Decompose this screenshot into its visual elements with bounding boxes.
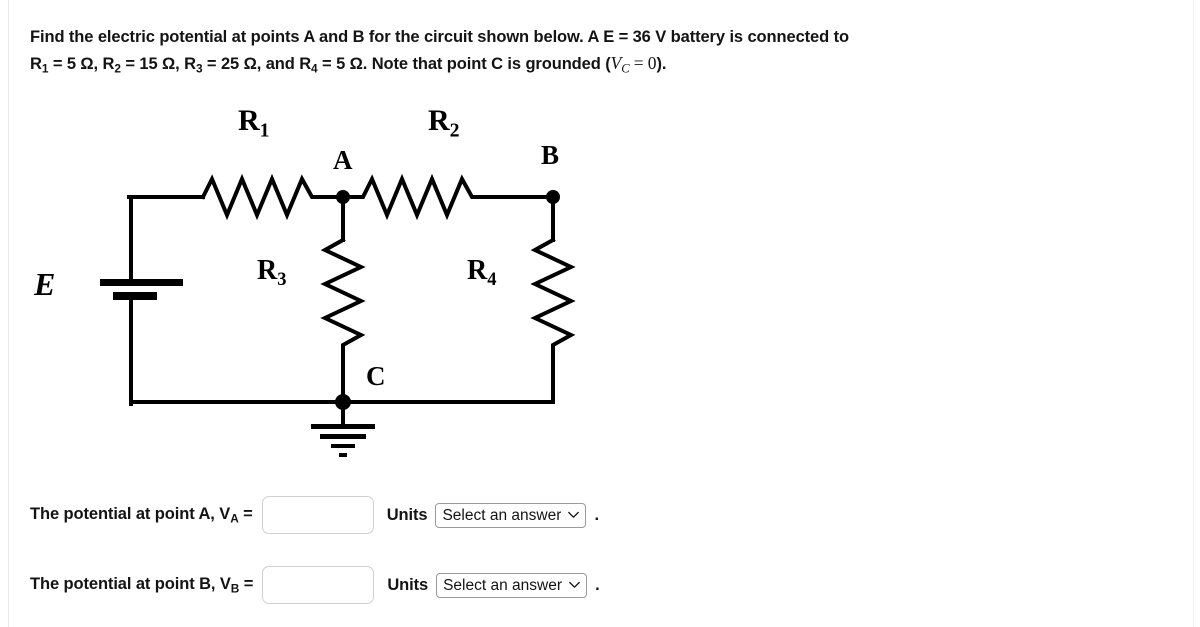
node-dot-a [336, 190, 350, 204]
answer-a-label: The potential at point A, VA = [30, 504, 253, 526]
r3-symbol: R [184, 55, 196, 73]
problem-tail: ). [656, 55, 667, 73]
label-node-b: B [541, 140, 560, 170]
r1-symbol: R [30, 55, 42, 73]
units-label-a: Units [386, 505, 428, 524]
node-dot-c [335, 394, 351, 410]
battery-positive-plate [100, 279, 183, 286]
units-label-b: Units [387, 575, 429, 594]
label-r2: R2 [428, 104, 460, 142]
units-select-a-wrap[interactable]: Select an answer [435, 502, 587, 528]
answer-b-period: . [595, 575, 600, 594]
potential-b-input[interactable] [262, 566, 375, 604]
label-r3: R3 [257, 255, 287, 289]
label-r1: R1 [238, 104, 270, 142]
r3-value: = 25 Ω, and [202, 55, 300, 73]
problem-line-1: Find the electric potential at points A … [30, 28, 849, 46]
vc-equals-zero: = 0 [629, 53, 657, 73]
battery-negative-plate [113, 292, 157, 300]
r4-value: = 5 Ω. Note that point C is grounded ( [317, 55, 611, 73]
answer-row-b: The potential at point B, VB = Units Sel… [30, 566, 600, 604]
ground-dot [339, 453, 347, 457]
resistor-r4-zigzag [530, 237, 576, 404]
answer-b-label: The potential at point B, VB = [30, 574, 254, 596]
wire-top-left [127, 195, 205, 285]
units-select-b-wrap[interactable]: Select an answer [436, 572, 588, 598]
potential-a-input[interactable] [261, 496, 374, 534]
problem-statement: Find the electric potential at points A … [30, 24, 1170, 82]
r4-symbol: R [299, 55, 312, 73]
resistor-r1-zigzag [200, 173, 345, 221]
label-node-a: A [333, 145, 353, 175]
r1-value: = 5 Ω, [48, 55, 103, 73]
resistor-r2-zigzag [341, 173, 555, 221]
units-select-b[interactable]: Select an answer [436, 572, 588, 598]
ground-bar-3 [331, 444, 355, 448]
ground-bar-2 [320, 434, 366, 439]
resistor-r3-zigzag [320, 237, 366, 404]
vc-symbol: V [610, 53, 622, 73]
ground-symbol [311, 424, 375, 457]
battery-symbol [100, 279, 183, 300]
circuit-diagram: R1 R2 R3 R4 A B C E [0, 90, 640, 465]
answer-row-a: The potential at point A, VA = Units Sel… [30, 496, 599, 534]
node-dot-b [546, 190, 560, 204]
label-battery-emf: E [34, 266, 56, 302]
label-r4: R4 [467, 255, 497, 289]
units-select-a[interactable]: Select an answer [435, 502, 587, 528]
r2-value: = 15 Ω, [120, 55, 185, 73]
r2-symbol: R [102, 55, 115, 73]
vc-subscript: C [621, 61, 630, 76]
label-node-c: C [366, 361, 386, 391]
page-right-rule [1193, 0, 1194, 627]
problem-line-2: R1 = 5 Ω, R2 = 15 Ω, R3 = 25 Ω, and R4 =… [30, 50, 1170, 82]
ground-bar-1 [311, 424, 375, 429]
answer-a-period: . [594, 505, 599, 524]
